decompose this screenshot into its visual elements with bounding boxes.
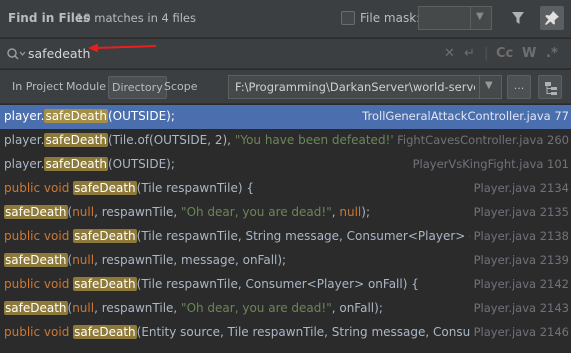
result-file-location: Player.java 2142 bbox=[469, 277, 569, 291]
code-keyword: null bbox=[339, 205, 362, 219]
result-code: public void safeDeath(Tile respawnTile) … bbox=[4, 181, 254, 195]
recursive-toggle-button[interactable] bbox=[538, 75, 562, 99]
match-highlight: safeDeath bbox=[4, 301, 68, 315]
code-prefix: player. bbox=[4, 133, 45, 147]
browse-button[interactable]: ... bbox=[507, 75, 531, 99]
tab-directory[interactable]: Directory bbox=[108, 76, 167, 99]
clear-icon[interactable]: ✕ bbox=[444, 46, 455, 61]
match-highlight: safeDeath bbox=[73, 181, 137, 195]
result-file-location: Player.java 2139 bbox=[469, 253, 569, 267]
result-row[interactable]: public void safeDeath(Entity source, Til… bbox=[0, 321, 571, 345]
code-keyword: public void bbox=[4, 229, 74, 243]
result-file-location: TrollGeneralAttackController.java 77 bbox=[358, 109, 569, 123]
result-code: safeDeath(null, respawnTile, "Oh dear, y… bbox=[4, 205, 370, 219]
result-file-location: Player.java 2135 bbox=[469, 205, 569, 219]
result-file-location: FightCavesController.java 260 bbox=[393, 133, 569, 147]
result-file-location: Player.java 2143 bbox=[469, 301, 569, 315]
match-highlight: safeDeath bbox=[73, 277, 137, 291]
code-string: "Oh dear, you are dead!" bbox=[181, 301, 332, 315]
results-list: player.safeDeath(OUTSIDE); TrollGeneralAt… bbox=[0, 105, 571, 353]
code-text: (Tile.of(OUTSIDE, 2), bbox=[107, 133, 235, 147]
tab-module[interactable]: Module bbox=[66, 80, 106, 93]
result-code: player.safeDeath(OUTSIDE); bbox=[4, 109, 175, 123]
result-row[interactable]: player.safeDeath(OUTSIDE); TrollGeneralAt… bbox=[0, 105, 571, 129]
code-keyword: null bbox=[72, 301, 95, 315]
code-text: , respawnTile, message, onFall); bbox=[94, 253, 287, 267]
result-row[interactable]: public void safeDeath(Tile respawnTile, … bbox=[0, 273, 571, 297]
code-text: (OUTSIDE); bbox=[107, 109, 175, 123]
code-text: (Tile respawnTile) { bbox=[136, 181, 254, 195]
result-code: safeDeath(null, respawnTile, "Oh dear, y… bbox=[4, 301, 383, 315]
result-row[interactable]: public void safeDeath(Tile respawnTile) … bbox=[0, 177, 571, 201]
result-row[interactable]: player.safeDeath(Tile.of(OUTSIDE, 2), "Y… bbox=[0, 129, 571, 153]
code-text: , onFall); bbox=[331, 301, 383, 315]
match-highlight: safeDeath bbox=[44, 157, 108, 171]
regex-icon[interactable]: .* bbox=[546, 46, 558, 61]
find-header: Find in Files 10 matches in 4 files File… bbox=[0, 0, 571, 38]
search-icon[interactable] bbox=[6, 47, 26, 64]
code-string: "You have been defeated!" bbox=[234, 133, 396, 147]
code-text: (Tile respawnTile, Consumer<Player> onFa… bbox=[136, 277, 419, 291]
folder-tree-icon bbox=[545, 82, 557, 95]
directory-path[interactable]: F:\Programming\DarkanServer\world-server… bbox=[235, 80, 475, 94]
result-code: player.safeDeath(OUTSIDE); bbox=[4, 157, 175, 171]
tab-in-project[interactable]: In Project bbox=[12, 80, 63, 93]
result-row[interactable]: safeDeath(null, respawnTile, "Oh dear, y… bbox=[0, 297, 571, 321]
code-keyword: null bbox=[72, 253, 95, 267]
code-string: "Oh dear, you are dead!" bbox=[181, 205, 332, 219]
code-keyword: public void bbox=[4, 181, 74, 195]
match-highlight: safeDeath bbox=[4, 205, 68, 219]
match-highlight: safeDeath bbox=[73, 229, 137, 243]
new-line-icon[interactable]: ↵ bbox=[464, 46, 475, 61]
code-prefix: player. bbox=[4, 157, 45, 171]
match-summary: 10 matches in 4 files bbox=[76, 11, 196, 25]
match-highlight: safeDeath bbox=[4, 253, 68, 267]
annotation-arrow bbox=[86, 42, 158, 57]
match-highlight: safeDeath bbox=[44, 133, 108, 147]
code-keyword: public void bbox=[4, 277, 74, 291]
tab-scope[interactable]: Scope bbox=[164, 80, 198, 93]
code-text: (Tile respawnTile, String message, Consu… bbox=[136, 229, 521, 243]
result-file-location: PlayerVsKingFight.java 101 bbox=[408, 157, 569, 171]
result-row[interactable]: player.safeDeath(OUTSIDE); PlayerVsKingFi… bbox=[0, 153, 571, 177]
scope-bar: In Project Module Directory Scope F:\Pro… bbox=[0, 70, 571, 104]
code-text: , respawnTile, bbox=[94, 301, 182, 315]
code-text: ); bbox=[361, 205, 370, 219]
result-code: public void safeDeath(Tile respawnTile, … bbox=[4, 277, 419, 291]
code-prefix: player. bbox=[4, 109, 45, 123]
result-row[interactable]: public void safeDeath(Tile respawnTile, … bbox=[0, 225, 571, 249]
whole-words-icon[interactable]: W bbox=[522, 46, 536, 61]
result-file-location: Player.java 2138 bbox=[469, 229, 569, 243]
code-keyword: public void bbox=[4, 325, 74, 339]
match-highlight: safeDeath bbox=[73, 325, 137, 339]
directory-combo[interactable]: F:\Programming\DarkanServer\world-server… bbox=[228, 75, 502, 99]
code-keyword: null bbox=[72, 205, 95, 219]
search-input[interactable]: safedeath bbox=[28, 46, 90, 61]
chevron-down-icon[interactable]: ▼ bbox=[485, 80, 493, 91]
search-bar: safedeath ✕ ↵ | Cc W .* bbox=[0, 39, 571, 69]
result-file-location: Player.java 2134 bbox=[469, 181, 569, 195]
result-file-location: Player.java 2146 bbox=[469, 325, 569, 339]
pin-icon bbox=[545, 11, 559, 25]
pin-button[interactable] bbox=[540, 6, 564, 30]
match-case-icon[interactable]: Cc bbox=[496, 46, 513, 61]
file-mask-label: File mask: bbox=[360, 11, 421, 25]
code-text: , respawnTile, bbox=[94, 205, 182, 219]
result-code: safeDeath(null, respawnTile, message, on… bbox=[4, 253, 286, 267]
file-mask-combo[interactable]: ▼ bbox=[418, 6, 492, 30]
filter-icon[interactable] bbox=[510, 10, 526, 26]
match-highlight: safeDeath bbox=[44, 109, 108, 123]
code-text: (OUTSIDE); bbox=[107, 157, 175, 171]
result-row[interactable]: safeDeath(null, respawnTile, message, on… bbox=[0, 249, 571, 273]
file-mask-checkbox[interactable] bbox=[341, 11, 355, 25]
result-row[interactable]: safeDeath(null, respawnTile, "Oh dear, y… bbox=[0, 201, 571, 225]
result-code: public void safeDeath(Tile respawnTile, … bbox=[4, 229, 520, 243]
chevron-down-icon[interactable]: ▼ bbox=[476, 11, 484, 22]
